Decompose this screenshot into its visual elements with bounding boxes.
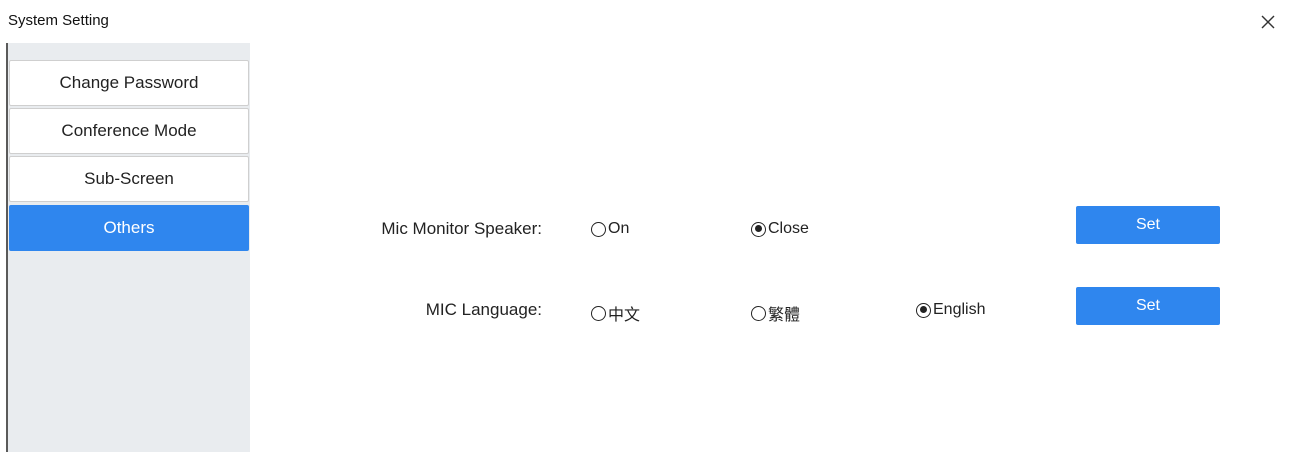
mic-language-chinese-simplified-radio[interactable]: 中文	[591, 301, 640, 325]
radio-unchecked-icon	[591, 221, 606, 237]
mic-language-english-radio[interactable]: English	[916, 301, 985, 319]
sidebar-item-label: Change Password	[59, 73, 199, 92]
close-icon	[1261, 15, 1275, 29]
mic-monitor-on-radio[interactable]: On	[591, 220, 629, 238]
mic-language-chinese-traditional-radio[interactable]: 繁體	[751, 301, 800, 325]
close-button[interactable]	[1251, 7, 1285, 37]
mic-language-label: MIC Language:	[425, 300, 542, 319]
sidebar-item-label: Sub-Screen	[84, 169, 174, 188]
radio-label: 中文	[608, 307, 641, 324]
radio-unchecked-icon	[751, 305, 766, 321]
radio-label: Close	[768, 220, 809, 237]
radio-label: English	[933, 301, 986, 318]
mic-language-set-button[interactable]: Set	[1076, 287, 1220, 325]
mic-monitor-close-radio[interactable]: Close	[751, 220, 809, 238]
sidebar-item-change-password[interactable]: Change Password	[9, 60, 249, 106]
sidebar: Change Password Conference Mode Sub-Scre…	[8, 43, 250, 452]
radio-checked-icon	[916, 302, 931, 318]
radio-checked-icon	[751, 221, 766, 237]
sidebar-item-label: Conference Mode	[61, 121, 197, 140]
sidebar-item-sub-screen[interactable]: Sub-Screen	[9, 156, 249, 202]
sidebar-item-conference-mode[interactable]: Conference Mode	[9, 108, 249, 154]
settings-panel: Mic Monitor Speaker: On Close Set MIC La…	[250, 43, 1292, 452]
mic-monitor-set-button[interactable]: Set	[1076, 206, 1220, 244]
title-bar: System Setting	[0, 0, 1292, 43]
sidebar-item-label: Others	[103, 218, 155, 237]
radio-unchecked-icon	[591, 305, 606, 321]
mic-monitor-label: Mic Monitor Speaker:	[381, 219, 542, 238]
sidebar-item-others[interactable]: Others	[9, 205, 249, 251]
radio-label: 繁體	[768, 307, 801, 324]
radio-label: On	[608, 220, 630, 237]
window-title: System Setting	[8, 12, 109, 29]
